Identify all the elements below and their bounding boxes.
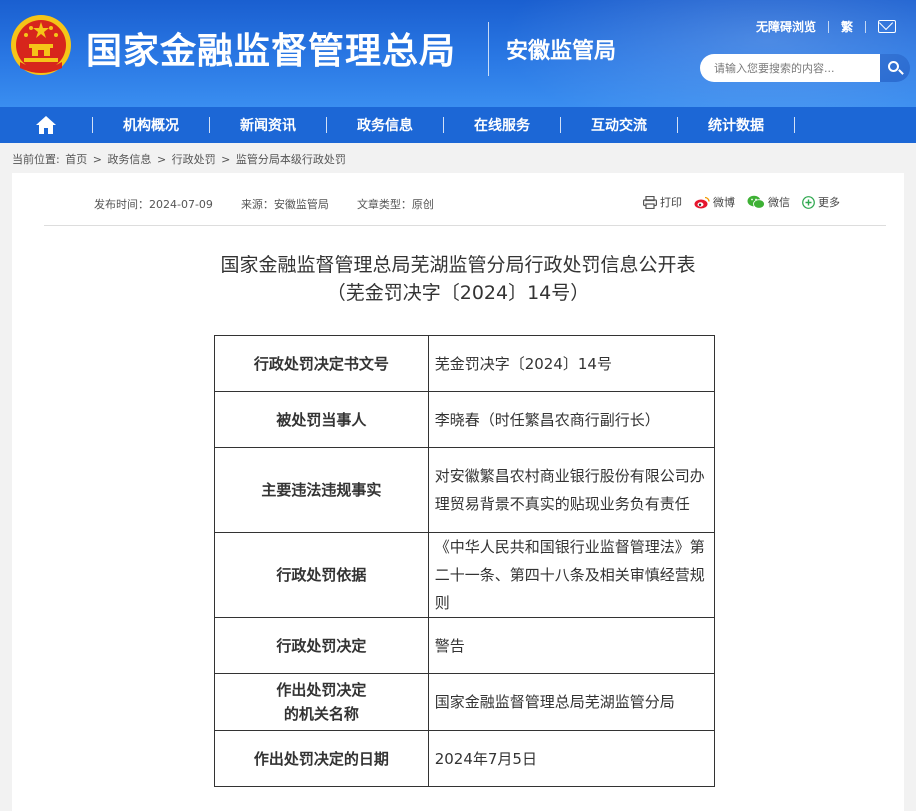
top-link-divider — [827, 20, 829, 33]
top-links: 无障碍浏览 繁 — [756, 18, 896, 35]
article-meta: 发布时间：2024-07-09 来源：安徽监管局 文章类型：原创 — [94, 196, 462, 212]
penalty-info-table: 行政处罚决定书文号 芜金罚决字〔2024〕14号 被处罚当事人 李晓春（时任繁昌… — [214, 335, 716, 787]
document-title: 国家金融监督管理总局芜湖监管分局行政处罚信息公开表 （芜金罚决字〔2024〕14… — [12, 251, 904, 307]
row-key: 行政处罚决定书文号 — [214, 335, 429, 392]
weibo-label: 微博 — [713, 196, 735, 209]
main-nav: 机构概况 新闻资讯 政务信息 在线服务 互动交流 统计数据 — [0, 107, 916, 143]
more-share-button[interactable]: 更多 — [802, 194, 840, 210]
share-bar: 打印 微博 微信 更多 — [643, 194, 840, 210]
row-value: 李晓春（时任繁昌农商行副行长） — [427, 391, 716, 448]
nav-item-gov-info[interactable]: 政务信息 — [327, 115, 443, 135]
accessibility-link[interactable]: 无障碍浏览 — [756, 18, 816, 35]
table-row: 行政处罚决定 警告 — [214, 617, 716, 674]
wechat-icon — [747, 195, 765, 209]
row-key: 作出处罚决定的日期 — [214, 730, 429, 787]
row-key: 被处罚当事人 — [214, 391, 429, 448]
breadcrumb: 当前位置: 首页 > 政务信息 > 行政处罚 > 监管分局本级行政处罚 — [12, 151, 348, 167]
national-emblem-icon — [11, 15, 71, 75]
breadcrumb-separator: > — [221, 153, 231, 166]
print-button[interactable]: 打印 — [643, 194, 682, 210]
article-type: 文章类型：原创 — [356, 198, 434, 211]
nav-home[interactable] — [0, 107, 92, 143]
row-value: 警告 — [427, 617, 716, 674]
document-title-line2: （芜金罚决字〔2024〕14号） — [326, 282, 590, 304]
nav-item-interaction[interactable]: 互动交流 — [561, 115, 677, 135]
row-key: 行政处罚决定 — [214, 617, 429, 674]
table-row: 被处罚当事人 李晓春（时任繁昌农商行副行长） — [214, 391, 716, 448]
site-header: 国家金融监督管理总局 安徽监管局 无障碍浏览 繁 — [0, 0, 916, 107]
weibo-share-button[interactable]: 微博 — [694, 194, 735, 210]
top-link-divider — [865, 20, 866, 33]
wechat-label: 微信 — [768, 196, 790, 209]
breadcrumb-item-gov-info[interactable]: 政务信息 — [107, 153, 151, 166]
table-row: 行政处罚决定书文号 芜金罚决字〔2024〕14号 — [214, 335, 716, 392]
more-label: 更多 — [818, 196, 840, 209]
meta-divider — [44, 225, 886, 226]
search-button[interactable] — [880, 54, 910, 82]
plus-circle-icon — [802, 195, 815, 209]
site-title: 国家金融监督管理总局 — [86, 30, 457, 72]
row-value: 国家金融监督管理总局芜湖监管分局 — [427, 673, 716, 731]
nav-item-statistics[interactable]: 统计数据 — [678, 115, 794, 135]
print-label: 打印 — [660, 196, 682, 209]
search-icon — [888, 61, 900, 72]
search-box — [700, 54, 910, 82]
breadcrumb-item-penalty[interactable]: 行政处罚 — [172, 153, 216, 166]
site-subtitle: 安徽监管局 — [506, 39, 617, 64]
table-row: 作出处罚决定的日期 2024年7月5日 — [214, 730, 716, 787]
breadcrumb-separator: > — [92, 153, 102, 166]
row-key: 行政处罚依据 — [214, 532, 429, 618]
row-key: 作出处罚决定的机关名称 — [214, 673, 429, 731]
nav-item-org[interactable]: 机构概况 — [93, 115, 209, 135]
table-row: 行政处罚依据 《中华人民共和国银行业监督管理法》第二十一条、第四十八条及相关审慎… — [214, 532, 716, 618]
breadcrumb-item-home[interactable]: 首页 — [65, 153, 87, 166]
row-key: 主要违法违规事实 — [214, 447, 429, 533]
row-value: 对安徽繁昌农村商业银行股份有限公司办理贸易背景不真实的贴现业务负有责任 — [427, 447, 716, 533]
printer-icon — [643, 195, 657, 209]
row-value: 2024年7月5日 — [427, 730, 716, 787]
publish-time: 发布时间：2024-07-09 — [94, 198, 213, 211]
nav-item-online-service[interactable]: 在线服务 — [444, 115, 560, 135]
search-input[interactable] — [700, 54, 881, 82]
table-row: 作出处罚决定的机关名称 国家金融监督管理总局芜湖监管分局 — [214, 673, 716, 731]
article-content: 发布时间：2024-07-09 来源：安徽监管局 文章类型：原创 打印 微博 微… — [12, 173, 904, 811]
breadcrumb-item-branch-penalty[interactable]: 监管分局本级行政处罚 — [236, 153, 346, 166]
breadcrumb-separator: > — [156, 153, 167, 166]
row-value: 芜金罚决字〔2024〕14号 — [427, 335, 716, 392]
breadcrumb-label: 当前位置: — [12, 153, 60, 166]
wechat-share-button[interactable]: 微信 — [747, 194, 790, 210]
document-title-line1: 国家金融监督管理总局芜湖监管分局行政处罚信息公开表 — [220, 254, 696, 276]
mail-icon[interactable] — [878, 20, 896, 33]
weibo-icon — [694, 196, 710, 208]
title-divider — [488, 22, 489, 76]
article-source: 来源：安徽监管局 — [240, 198, 329, 211]
table-row: 主要违法违规事实 对安徽繁昌农村商业银行股份有限公司办理贸易背景不真实的贴现业务… — [214, 447, 716, 533]
traditional-chinese-link[interactable]: 繁 — [841, 18, 853, 35]
nav-item-news[interactable]: 新闻资讯 — [210, 115, 326, 135]
home-icon — [36, 116, 56, 134]
row-value: 《中华人民共和国银行业监督管理法》第二十一条、第四十八条及相关审慎经营规则 — [427, 532, 716, 618]
